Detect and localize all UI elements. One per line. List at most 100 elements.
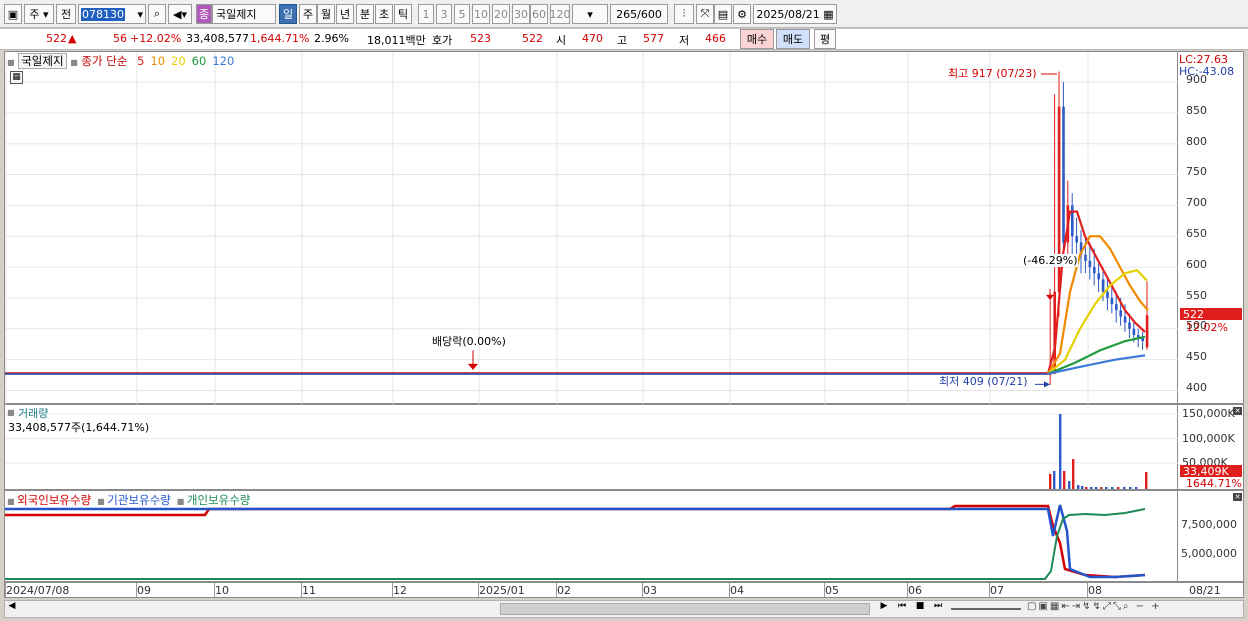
stock-code-input[interactable]: 078130 ▾	[78, 4, 146, 24]
x-axis-label: 07	[990, 584, 1004, 597]
price-panel-title[interactable]: 국일제지	[18, 53, 67, 69]
gear-icon[interactable]: ⚙	[733, 4, 751, 24]
drawing-tools[interactable]: ▢▣▦⇤⇥↯↯⤢⤡⌕ − +	[1027, 601, 1245, 617]
last-pct-tag: 12.02%	[1186, 321, 1228, 334]
candle-body	[1062, 106, 1065, 243]
period-button-6[interactable]: 틱	[394, 4, 412, 24]
period-label: 주	[29, 8, 40, 21]
high-price: 577	[643, 32, 664, 45]
scroll-left-icon[interactable]: ◀	[5, 601, 19, 617]
chart-toolbar: ▣ 주 ▾ 전 078130 ▾ ⌕ ◀▾ 종 국일제지 일주월년분초틱 1351…	[0, 0, 1248, 28]
price-chart-panel: ■ 국일제지 ■ 종가 단순 5 10 20 60 120 ▦ 최고 917 (07/2…	[4, 51, 1179, 405]
stock-type-badge: 종	[196, 4, 212, 24]
rewind-icon[interactable]: ⏮	[895, 601, 909, 617]
close-icon[interactable]: ✕	[1233, 493, 1242, 501]
stock-name-field[interactable]: 국일제지	[212, 4, 276, 24]
count-value: 265	[616, 7, 638, 21]
dividend-arrow-head	[468, 363, 478, 370]
x-axis-tick	[5, 583, 6, 597]
volume-chart-svg[interactable]	[5, 405, 1179, 491]
ma-line-20	[1047, 268, 1148, 375]
volume-y-tick: 150,000K	[1182, 407, 1235, 420]
ma-legend-20: 20	[171, 54, 186, 68]
interval-button-4[interactable]: 20	[492, 4, 510, 24]
ma-legend-60: 60	[191, 54, 207, 68]
price-change: 56	[113, 32, 127, 45]
candle-body	[1132, 328, 1136, 335]
interval-select[interactable]: ▾	[572, 4, 608, 24]
low-price: 466	[705, 32, 726, 45]
search-icon[interactable]: ⌕	[148, 4, 166, 24]
candle-body	[1093, 267, 1096, 274]
period-button-4[interactable]: 분	[356, 4, 374, 24]
turnover-rate: 2.96%	[314, 32, 349, 45]
speaker-icon[interactable]: ◀▾	[168, 4, 192, 24]
candle-body	[1088, 260, 1092, 268]
layout-icon[interactable]: ▣	[4, 4, 22, 24]
high-annotation: 최고 917 (07/23)	[948, 67, 1037, 80]
volume-axis: 150,000K 100,000K 50,000K 33,409K 1644.71%…	[1178, 404, 1244, 490]
zoom-slider[interactable]	[951, 608, 1021, 610]
date-value: 2025/08/21	[756, 7, 820, 21]
scroll-thumb[interactable]	[500, 603, 870, 615]
period-button-2[interactable]: 월	[317, 4, 335, 24]
dividend-annotation: 배당락(0.00%)	[432, 335, 506, 348]
prev-button[interactable]: 전	[56, 4, 76, 24]
ma-line-120	[1047, 354, 1146, 375]
interval-button-0[interactable]: 1	[418, 4, 434, 24]
price-y-tick: 850	[1186, 103, 1207, 117]
count-field[interactable]: 265/600	[610, 4, 668, 24]
interval-button-7[interactable]: 120	[550, 4, 570, 24]
period-select[interactable]: 주 ▾	[24, 4, 54, 24]
holding-y-tick: 7,500,000	[1181, 518, 1237, 531]
interval-button-3[interactable]: 10	[472, 4, 490, 24]
x-axis-tick	[136, 583, 137, 597]
interval-button-2[interactable]: 5	[454, 4, 470, 24]
candle-body	[1145, 315, 1149, 348]
foreign-holding-line	[5, 504, 1146, 579]
period-button-3[interactable]: 년	[336, 4, 354, 24]
open-label: 시	[556, 34, 567, 47]
bottom-bar: ◀ ▶ ⏮ ■ ⏭ ▢▣▦⇤⇥↯↯⤢⤡⌕ − +	[4, 600, 1244, 618]
ma-legend-5: 5	[137, 54, 145, 68]
eval-button[interactable]: 평	[814, 29, 836, 49]
period-button-1[interactable]: 주	[299, 4, 317, 24]
last-volume-pct: 1644.71%	[1186, 477, 1242, 490]
x-axis-label: 09	[137, 584, 151, 597]
volume-bar	[1059, 414, 1062, 489]
calendar-icon: ▦	[823, 7, 834, 21]
forward-icon[interactable]: ⏭	[931, 601, 945, 617]
price-y-tick: 550	[1186, 288, 1207, 302]
period-button-0[interactable]: 일	[279, 4, 297, 24]
ask-price: 523	[470, 32, 491, 45]
price-chart-svg[interactable]	[5, 52, 1179, 405]
buy-button[interactable]: 매수	[740, 29, 774, 49]
date-field[interactable]: 2025/08/21 ▦	[753, 4, 837, 24]
interval-button-5[interactable]: 30	[512, 4, 530, 24]
volume-bar	[1081, 486, 1084, 489]
table-icon[interactable]: ▦	[10, 71, 23, 84]
x-axis-label: 02	[557, 584, 571, 597]
stop-icon[interactable]: ■	[913, 601, 927, 617]
x-axis-last-date: 08/21	[1189, 584, 1221, 597]
interval-button-1[interactable]: 3	[436, 4, 452, 24]
low-label: 저	[679, 34, 690, 47]
volume-bar	[1129, 487, 1132, 489]
close-icon[interactable]: ✕	[1233, 407, 1242, 415]
ma-legend-10: 10	[150, 54, 166, 68]
holding-legend-0: 외국인보유수량	[17, 493, 92, 507]
ask-label: 호가	[432, 34, 453, 47]
period-button-5[interactable]: 초	[375, 4, 393, 24]
legend-bullet-icon: ■	[7, 58, 15, 67]
tool-icon[interactable]: ⤧	[696, 4, 714, 24]
scroll-right-icon[interactable]: ▶	[877, 601, 891, 617]
save-icon[interactable]: ▤	[714, 4, 732, 24]
sell-button[interactable]: 매도	[776, 29, 810, 49]
interval-button-6[interactable]: 60	[530, 4, 548, 24]
candle-icon[interactable]: ⫶	[674, 4, 694, 24]
volume-bar	[1135, 487, 1138, 489]
trade-amount: 18,011백만	[367, 34, 426, 47]
volume-pct: 1,644.71%	[250, 32, 310, 45]
drop-marker-head	[1046, 294, 1054, 300]
x-axis-label: 2025/01	[479, 584, 525, 597]
